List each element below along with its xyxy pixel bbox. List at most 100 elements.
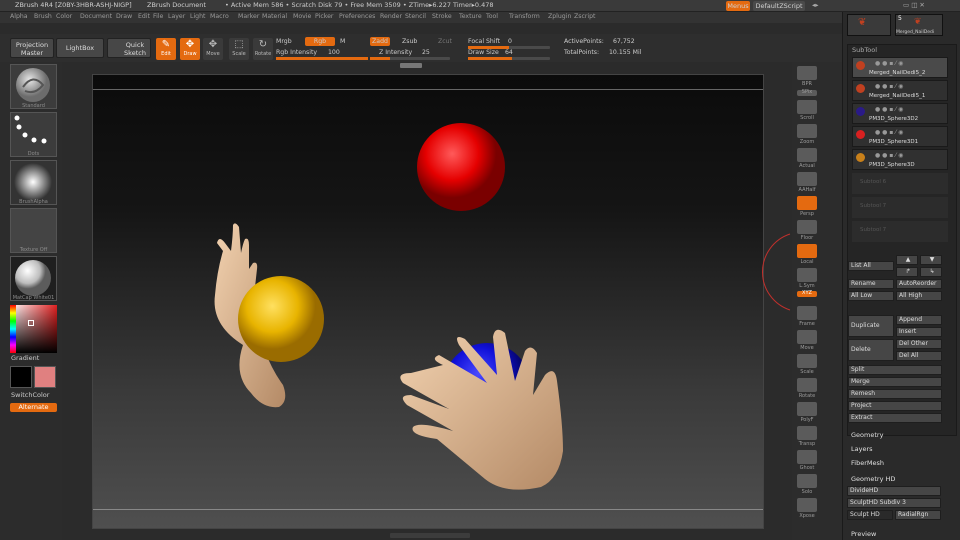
duplicate-button[interactable]: Duplicate	[848, 315, 894, 337]
geometry-hd-header[interactable]: Geometry HD	[851, 475, 895, 483]
menu-item-stencil[interactable]: Stencil	[405, 13, 426, 20]
scale-icon[interactable]	[797, 354, 817, 368]
menu-item-light[interactable]: Light	[190, 13, 205, 20]
menu-item-alpha[interactable]: Alpha	[10, 13, 28, 20]
zadd-toggle[interactable]: Zadd	[370, 37, 390, 46]
split-button[interactable]: Split	[848, 365, 942, 375]
subtool-row[interactable]: ● ● ▪ ⁄ ◉ PM3D_Sphere3D	[852, 149, 948, 170]
rgb-intensity-slider[interactable]	[276, 57, 368, 60]
tool-rotate-button[interactable]: ↻ Rotate	[253, 38, 273, 60]
subtool-header[interactable]: SubTool	[852, 46, 877, 54]
all-high-button[interactable]: All High	[896, 291, 942, 301]
tool-move-button[interactable]: ✥ Move	[203, 38, 223, 60]
menu-item-macro[interactable]: Macro	[210, 13, 229, 20]
menu-item-zplugin[interactable]: Zplugin	[548, 13, 571, 20]
move-up-icon[interactable]: ▲	[896, 255, 918, 265]
list-all-button[interactable]: List All	[848, 261, 894, 271]
ghost-icon[interactable]	[797, 450, 817, 464]
layers-header[interactable]: Layers	[851, 445, 873, 453]
subtool-row[interactable]: ● ● ▪ ⁄ ◉ Merged_NailDedi5_2	[852, 57, 948, 78]
preview-header[interactable]: Preview	[851, 530, 876, 538]
subtool-visibility-icon[interactable]: ● ● ▪ ⁄ ◉	[875, 129, 903, 136]
switch-color-button[interactable]: SwitchColor	[11, 391, 49, 399]
zcut-toggle[interactable]: Zcut	[438, 38, 452, 45]
rgb-intensity-value[interactable]: 100	[328, 49, 340, 56]
move-down-icon[interactable]: ▼	[920, 255, 942, 265]
zsub-toggle[interactable]: Zsub	[402, 38, 417, 45]
lightbox-button[interactable]: LightBox	[56, 38, 104, 58]
yellow-sphere[interactable]	[238, 276, 324, 362]
menu-item-stroke[interactable]: Stroke	[432, 13, 452, 20]
window-nav-icon[interactable]: ◂▸	[812, 1, 819, 9]
fibermesh-header[interactable]: FiberMesh	[851, 459, 884, 467]
menu-item-movie[interactable]: Movie	[293, 13, 311, 20]
frame-icon[interactable]	[797, 306, 817, 320]
move-top-icon[interactable]: ↱	[896, 267, 918, 277]
menu-item-preferences[interactable]: Preferences	[339, 13, 375, 20]
menu-item-layer[interactable]: Layer	[168, 13, 185, 20]
empty-subtool-slot[interactable]: Subtool 7	[852, 197, 948, 218]
local-icon[interactable]	[797, 244, 817, 258]
subtool-row[interactable]: ● ● ▪ ⁄ ◉ PM3D_Sphere3D1	[852, 126, 948, 147]
insert-button[interactable]: Insert	[896, 327, 942, 337]
persp-icon[interactable]	[797, 196, 817, 210]
sculpthd-subdiv-slider[interactable]: SculptHD Subdiv 3	[847, 498, 941, 508]
gradient-label[interactable]: Gradient	[11, 354, 39, 362]
canvas-viewport[interactable]	[92, 74, 764, 529]
menu-item-texture[interactable]: Texture	[459, 13, 482, 20]
menu-item-material[interactable]: Material	[262, 13, 287, 20]
menu-item-tool[interactable]: Tool	[486, 13, 498, 20]
menu-item-transform[interactable]: Transform	[509, 13, 540, 20]
menu-item-draw[interactable]: Draw	[116, 13, 132, 20]
transp-icon[interactable]	[797, 426, 817, 440]
scroll-icon[interactable]	[797, 100, 817, 114]
subtool-row[interactable]: ● ● ▪ ⁄ ◉ Merged_NailDedi5_1	[852, 80, 948, 101]
actual-icon[interactable]	[797, 148, 817, 162]
lsym-icon[interactable]	[797, 268, 817, 282]
menu-item-marker[interactable]: Marker	[238, 13, 259, 20]
z-intensity-slider[interactable]	[370, 57, 450, 60]
red-sphere[interactable]	[417, 123, 505, 211]
menu-item-color[interactable]: Color	[56, 13, 72, 20]
mrgb-toggle[interactable]: Mrgb	[276, 38, 292, 45]
color-picker[interactable]	[10, 305, 57, 353]
empty-subtool-slot[interactable]: Subtool 6	[852, 173, 948, 194]
menu-item-file[interactable]: File	[153, 13, 163, 20]
secondary-color-swatch[interactable]	[34, 366, 56, 388]
rename-button[interactable]: Rename	[848, 279, 894, 289]
append-button[interactable]: Append	[896, 315, 942, 325]
auto-reorder-button[interactable]: AutoReorder	[896, 279, 942, 289]
delete-button[interactable]: Delete	[848, 339, 894, 361]
menu-item-render[interactable]: Render	[380, 13, 402, 20]
draw-size-slider[interactable]	[468, 57, 550, 60]
menu-item-picker[interactable]: Picker	[315, 13, 333, 20]
divide-hd-button[interactable]: DivideHD	[847, 486, 941, 496]
tool-palette-thumbnail[interactable]: 5 ❦ Merged_NailDedi	[895, 14, 943, 36]
move-bottom-icon[interactable]: ↳	[920, 267, 942, 277]
menu-item-brush[interactable]: Brush	[34, 13, 52, 20]
toolbar-collapse-handle[interactable]	[400, 63, 422, 68]
projection-master-button[interactable]: Projection Master	[10, 38, 54, 58]
bpr-icon[interactable]	[797, 66, 817, 80]
subtool-visibility-icon[interactable]: ● ● ▪ ⁄ ◉	[875, 60, 903, 67]
del-all-button[interactable]: Del All	[896, 351, 942, 361]
rgb-toggle[interactable]: Rgb	[305, 37, 335, 46]
menu-item-edit[interactable]: Edit	[138, 13, 150, 20]
sculpt-hd-button[interactable]: Sculpt HD	[847, 510, 893, 520]
m-toggle[interactable]: M	[340, 38, 345, 45]
tool-scale-button[interactable]: ⬚ Scale	[229, 38, 249, 60]
window-controls-icon[interactable]: ▭ ◫ ✕	[903, 1, 925, 9]
extract-button[interactable]: Extract	[848, 413, 942, 423]
aahalf-icon[interactable]	[797, 172, 817, 186]
radial-rgn-button[interactable]: RadialRgn	[895, 510, 941, 520]
alternate-button[interactable]: Alternate	[10, 403, 57, 412]
empty-subtool-slot[interactable]: Subtool 7	[852, 221, 948, 242]
subtool-visibility-icon[interactable]: ● ● ▪ ⁄ ◉	[875, 106, 903, 113]
floor-icon[interactable]	[797, 220, 817, 234]
merge-button[interactable]: Merge	[848, 377, 942, 387]
z-intensity-value[interactable]: 25	[422, 49, 430, 56]
tool-draw-button[interactable]: ✥ Draw	[180, 38, 200, 60]
subtool-visibility-icon[interactable]: ● ● ▪ ⁄ ◉	[875, 83, 903, 90]
xpose-icon[interactable]	[797, 498, 817, 512]
draw-size-value[interactable]: 64	[505, 49, 513, 56]
